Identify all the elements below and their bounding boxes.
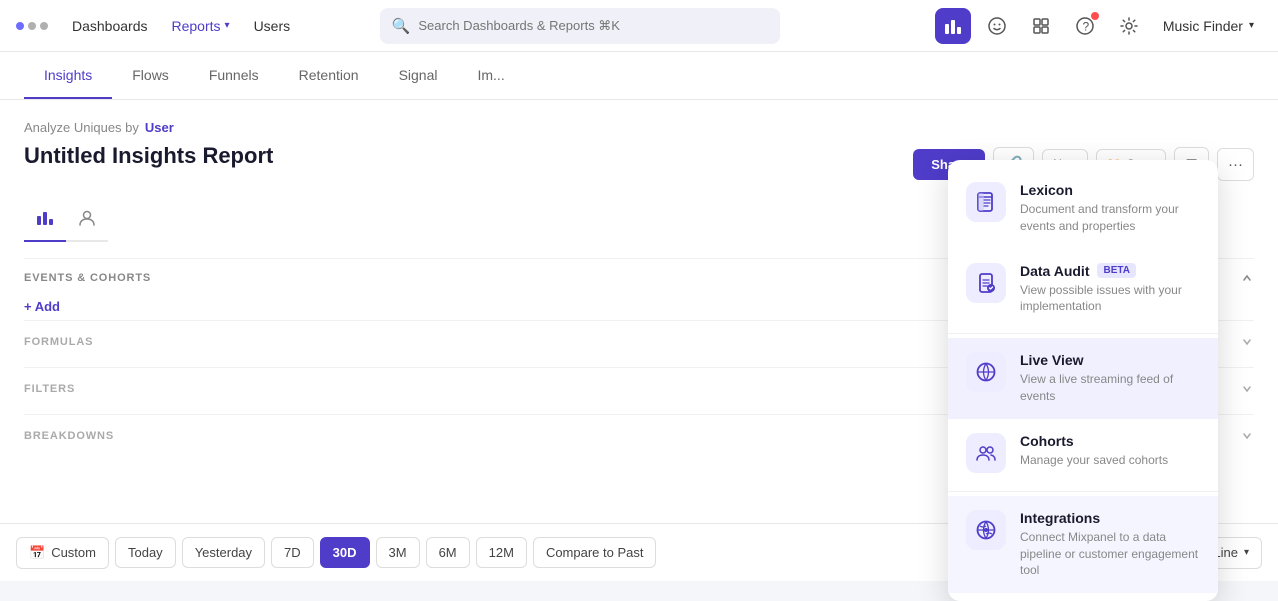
integrations-title: Integrations	[1020, 510, 1200, 526]
nav-dots	[16, 22, 48, 30]
formulas-expand-icon[interactable]	[1240, 335, 1254, 349]
profile-view-icon	[78, 209, 96, 227]
nav-dot-1	[16, 22, 24, 30]
nav-right-icons: ? Music Finder ▾	[935, 8, 1262, 44]
dropdown-item-integrations[interactable]: Integrations Connect Mixpanel to a data …	[948, 496, 1218, 593]
smiley-icon	[987, 16, 1007, 36]
lexicon-desc: Document and transform your events and p…	[1020, 201, 1200, 235]
dropdown-panel: Lexicon Document and transform your even…	[948, 160, 1218, 601]
lexicon-title: Lexicon	[1020, 182, 1200, 198]
dropdown-item-data-audit[interactable]: Data Audit BETA View possible issues wit…	[948, 249, 1218, 330]
data-audit-desc: View possible issues with your implement…	[1020, 282, 1200, 316]
chart-view-icon	[36, 209, 54, 227]
top-nav: Dashboards Reports ▾ Users 🔍	[0, 0, 1278, 52]
reports-chevron-icon: ▾	[225, 20, 230, 31]
view-tab-chart[interactable]	[24, 201, 66, 242]
12m-button[interactable]: 12M	[476, 537, 527, 568]
integrations-text: Integrations Connect Mixpanel to a data …	[1020, 510, 1200, 579]
live-view-text: Live View View a live streaming feed of …	[1020, 352, 1200, 405]
tab-funnels[interactable]: Funnels	[189, 53, 279, 99]
6m-button[interactable]: 6M	[426, 537, 470, 568]
analyze-row: Analyze Uniques by User	[24, 120, 1254, 135]
cohorts-icon	[966, 433, 1006, 473]
formulas-label: FORMULAS	[24, 336, 93, 348]
dropdown-item-live-view[interactable]: Live View View a live streaming feed of …	[948, 338, 1218, 419]
divider-2	[948, 491, 1218, 492]
line-chevron-icon: ▾	[1244, 547, 1249, 558]
integrations-desc: Connect Mixpanel to a data pipeline or c…	[1020, 529, 1200, 579]
svg-text:?: ?	[1082, 19, 1089, 33]
data-audit-icon	[966, 263, 1006, 303]
tab-signal[interactable]: Signal	[379, 53, 458, 99]
divider-1	[948, 333, 1218, 334]
main-area: Analyze Uniques by User Untitled Insight…	[0, 100, 1278, 581]
analyze-label: Analyze Uniques by	[24, 120, 139, 135]
cohorts-title: Cohorts	[1020, 433, 1200, 449]
workspace-chevron-icon: ▾	[1249, 20, 1254, 31]
filters-label: FILTERS	[24, 383, 75, 395]
3m-button[interactable]: 3M	[376, 537, 420, 568]
events-cohorts-label: EVENTS & COHORTS	[24, 272, 151, 284]
cohorts-text: Cohorts Manage your saved cohorts	[1020, 433, 1200, 469]
notification-badge	[1091, 12, 1099, 20]
dropdown-item-lexicon[interactable]: Lexicon Document and transform your even…	[948, 168, 1218, 249]
dropdown-item-cohorts[interactable]: Cohorts Manage your saved cohorts	[948, 419, 1218, 487]
analyze-value[interactable]: User	[145, 120, 174, 135]
breakdowns-label: BREAKDOWNS	[24, 430, 114, 442]
live-view-title: Live View	[1020, 352, 1200, 368]
live-view-desc: View a live streaming feed of events	[1020, 371, 1200, 405]
data-audit-text: Data Audit BETA View possible issues wit…	[1020, 263, 1200, 316]
grid-icon	[1031, 16, 1051, 36]
calendar-icon: 📅	[29, 545, 45, 561]
tab-flows[interactable]: Flows	[112, 53, 189, 99]
chart-icon	[943, 16, 963, 36]
nav-users[interactable]: Users	[246, 14, 299, 38]
search-bar[interactable]: 🔍	[380, 8, 780, 44]
view-toggle	[24, 201, 108, 242]
insights-nav-icon[interactable]	[935, 8, 971, 44]
nav-dot-3	[40, 22, 48, 30]
tab-more[interactable]: Im...	[457, 53, 524, 99]
beta-badge: BETA	[1097, 263, 1135, 278]
search-icon: 🔍	[392, 17, 411, 35]
grid-nav-icon[interactable]	[1023, 8, 1059, 44]
settings-nav-icon[interactable]	[1111, 8, 1147, 44]
nav-reports[interactable]: Reports ▾	[164, 14, 238, 38]
view-tab-profile[interactable]	[66, 201, 108, 242]
face-nav-icon[interactable]	[979, 8, 1015, 44]
7d-button[interactable]: 7D	[271, 537, 314, 568]
sub-nav: Insights Flows Funnels Retention Signal …	[0, 52, 1278, 100]
live-view-icon	[966, 352, 1006, 392]
tab-insights[interactable]: Insights	[24, 53, 112, 99]
data-audit-title: Data Audit BETA	[1020, 263, 1200, 279]
nav-dashboards[interactable]: Dashboards	[64, 14, 156, 38]
today-button[interactable]: Today	[115, 537, 176, 568]
filters-expand-icon[interactable]	[1240, 382, 1254, 396]
30d-button[interactable]: 30D	[320, 537, 370, 568]
compare-to-past-button[interactable]: Compare to Past	[533, 537, 657, 568]
gear-icon	[1119, 16, 1139, 36]
workspace-name: Music Finder	[1163, 18, 1243, 34]
report-title: Untitled Insights Report	[24, 143, 273, 169]
lexicon-icon	[966, 182, 1006, 222]
cohorts-desc: Manage your saved cohorts	[1020, 452, 1200, 469]
integrations-icon	[966, 510, 1006, 550]
breakdowns-expand-icon[interactable]	[1240, 429, 1254, 443]
lexicon-text: Lexicon Document and transform your even…	[1020, 182, 1200, 235]
custom-date-button[interactable]: 📅 Custom	[16, 537, 109, 569]
help-nav-icon[interactable]: ?	[1067, 8, 1103, 44]
nav-dot-2	[28, 22, 36, 30]
tab-retention[interactable]: Retention	[279, 53, 379, 99]
events-collapse-icon[interactable]	[1240, 271, 1254, 285]
workspace-selector[interactable]: Music Finder ▾	[1155, 14, 1262, 38]
more-button[interactable]: ···	[1217, 148, 1254, 181]
search-input[interactable]	[418, 18, 767, 33]
yesterday-button[interactable]: Yesterday	[182, 537, 265, 568]
